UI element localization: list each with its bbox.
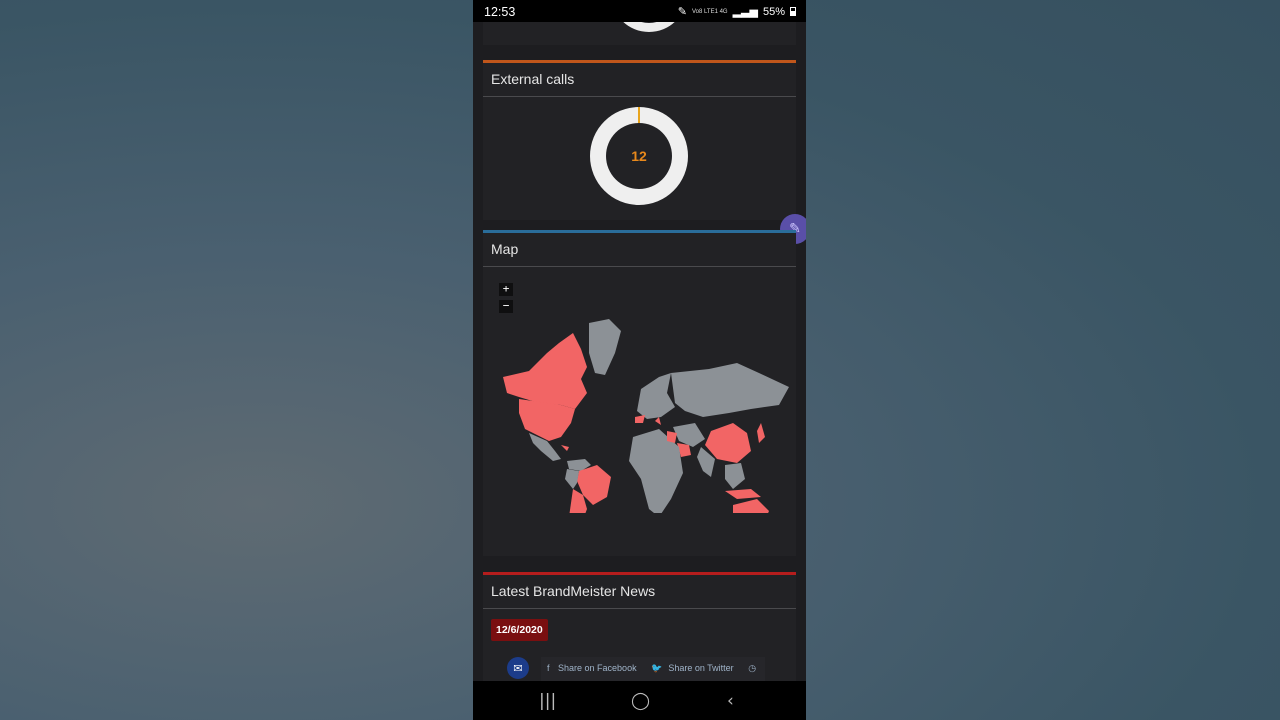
signal-icon: ▂▃▅ xyxy=(732,6,758,18)
peru-bolivia xyxy=(565,469,579,489)
greenland xyxy=(589,319,621,375)
external-calls-card: External calls 12 xyxy=(483,60,796,220)
canada xyxy=(503,333,587,409)
share-row: f Share on Facebook 🐦 Share on Twitter ◷ xyxy=(541,657,765,681)
caribbean xyxy=(561,445,569,451)
italy xyxy=(655,417,661,425)
egypt xyxy=(667,431,677,443)
news-title: Latest BrandMeister News xyxy=(483,575,796,609)
news-date-badge: 12/6/2020 xyxy=(491,619,548,641)
europe xyxy=(637,373,675,419)
zoom-in-button[interactable]: + xyxy=(499,283,513,296)
home-button[interactable]: ◯ xyxy=(631,691,650,711)
se-asia xyxy=(725,463,745,489)
map-card: Map + − xyxy=(483,230,796,556)
wifi-calling-icon: ✎ xyxy=(677,6,687,18)
map-title: Map xyxy=(483,233,796,267)
status-icons: ✎ Vo8 LTE1 4G ▂▃▅ 55% xyxy=(678,5,796,18)
android-nav-bar: ||| ◯ ‹ xyxy=(473,681,806,720)
facebook-icon: f xyxy=(547,663,553,673)
recent-apps-button[interactable]: ||| xyxy=(539,691,556,711)
spain xyxy=(635,415,645,423)
back-button[interactable]: ‹ xyxy=(727,691,734,711)
australia xyxy=(733,499,769,513)
external-calls-donut: 12 xyxy=(590,107,688,205)
share-twitter-link[interactable]: 🐦 Share on Twitter xyxy=(651,663,740,673)
external-calls-count: 12 xyxy=(606,123,672,189)
clock-icon: ◷ xyxy=(748,663,757,673)
world-map[interactable] xyxy=(489,313,789,513)
news-card: Latest BrandMeister News 12/6/2020 ✉ f S… xyxy=(483,572,796,681)
external-calls-title: External calls xyxy=(483,63,796,97)
russia xyxy=(671,363,789,417)
twitter-icon: 🐦 xyxy=(651,663,663,673)
envelope-icon: ✉ xyxy=(507,657,529,679)
phone-screen: 12:53 ✎ Vo8 LTE1 4G ▂▃▅ 55% External cal… xyxy=(473,0,806,720)
status-time: 12:53 xyxy=(484,5,516,19)
zoom-out-button[interactable]: − xyxy=(499,300,513,313)
indonesia xyxy=(725,489,761,499)
previous-card xyxy=(483,22,796,45)
dashboard-content[interactable]: External calls 12 ✎ Map + − Latest Brand… xyxy=(473,22,806,681)
donut-segment xyxy=(638,107,640,123)
network-type-label: Vo8 LTE1 4G xyxy=(692,8,728,15)
share-facebook-link[interactable]: f Share on Facebook xyxy=(547,663,643,673)
previous-donut-chart xyxy=(611,22,687,32)
battery-percent: 55% xyxy=(762,5,785,18)
japan xyxy=(757,423,765,443)
battery-icon xyxy=(790,7,796,16)
status-bar: 12:53 ✎ Vo8 LTE1 4G ▂▃▅ 55% xyxy=(473,0,806,22)
